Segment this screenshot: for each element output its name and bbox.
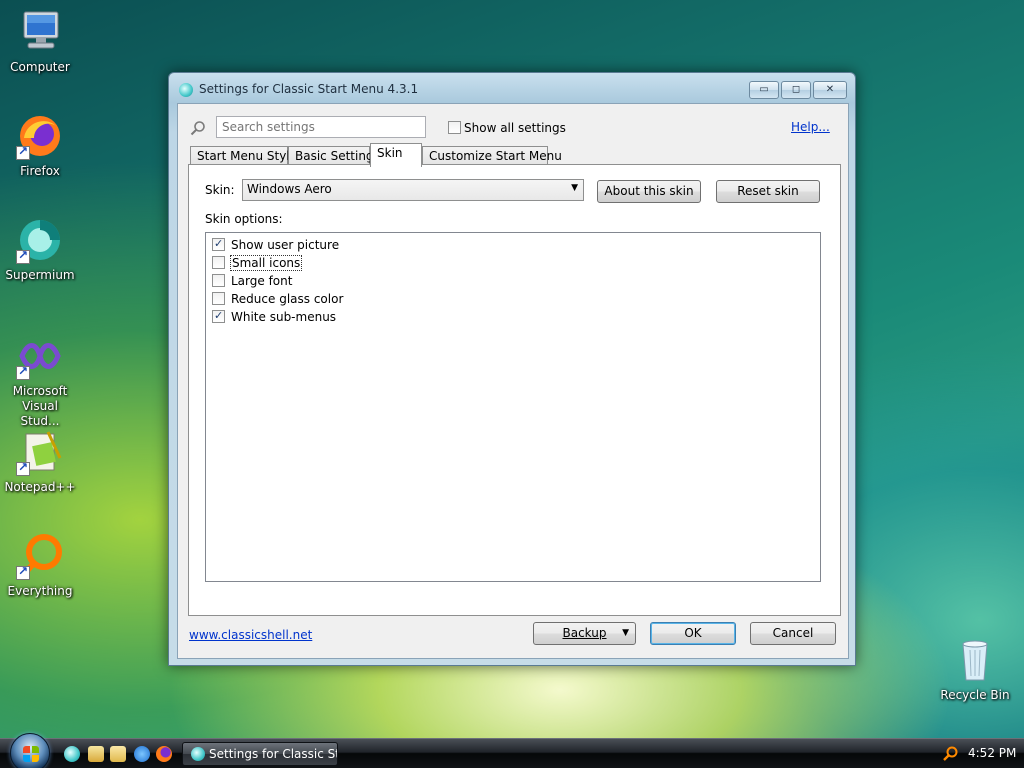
option-label: Large font bbox=[231, 273, 293, 288]
option-checkbox[interactable] bbox=[212, 236, 225, 252]
desktop-icon-label: Supermium bbox=[5, 268, 75, 282]
option-small-icons[interactable]: Small icons bbox=[212, 254, 303, 272]
close-button[interactable]: ✕ bbox=[813, 81, 847, 99]
start-button[interactable] bbox=[10, 733, 50, 768]
system-tray: 4:52 PM bbox=[934, 739, 1024, 768]
option-show-user-picture[interactable]: Show user picture bbox=[212, 236, 339, 254]
option-white-sub-menus[interactable]: White sub-menus bbox=[212, 308, 336, 326]
option-label: Small icons bbox=[229, 254, 303, 271]
minimize-button[interactable]: ▭ bbox=[749, 81, 779, 99]
desktop-icon-everything[interactable]: Everything bbox=[2, 532, 78, 599]
notepadpp-icon bbox=[16, 428, 64, 476]
desktop-icon-computer[interactable]: Computer bbox=[2, 8, 78, 75]
visual-studio-icon bbox=[16, 332, 64, 380]
shortcut-arrow-icon bbox=[16, 248, 30, 264]
taskbar-button-label: Settings for Classic St... bbox=[209, 747, 338, 761]
shortcut-arrow-icon bbox=[16, 460, 30, 476]
option-label: White sub-menus bbox=[231, 309, 337, 324]
skin-label: Skin: bbox=[205, 183, 235, 197]
window-title: Settings for Classic Start Menu 4.3.1 bbox=[199, 82, 419, 96]
tab-start-menu-style[interactable]: Start Menu Style bbox=[190, 146, 297, 166]
desktop-icon-visual-studio[interactable]: Microsoft Visual Stud... bbox=[2, 332, 78, 429]
tab-skin[interactable]: Skin bbox=[370, 143, 422, 167]
search-input[interactable] bbox=[216, 116, 426, 138]
quicklaunch-supermium-icon[interactable] bbox=[64, 746, 80, 762]
chevron-down-icon: ▼ bbox=[622, 628, 629, 638]
desktop-icon-firefox[interactable]: Firefox bbox=[2, 112, 78, 179]
option-label: Reduce glass color bbox=[231, 291, 344, 306]
show-all-label: Show all settings bbox=[464, 120, 566, 135]
supermium-icon bbox=[16, 216, 64, 264]
desktop-icon-label: Microsoft Visual Stud... bbox=[12, 384, 68, 428]
option-checkbox[interactable] bbox=[212, 292, 225, 305]
desktop-icon-label: Recycle Bin bbox=[940, 688, 1010, 702]
skin-options-label: Skin options: bbox=[205, 212, 283, 226]
help-link[interactable]: Help... bbox=[791, 120, 830, 134]
recycle-bin-icon bbox=[951, 636, 999, 684]
show-all-settings-checkbox[interactable]: Show all settings bbox=[448, 120, 566, 135]
option-checkbox[interactable] bbox=[212, 308, 225, 324]
quicklaunch-media-icon[interactable] bbox=[88, 746, 104, 762]
quicklaunch-ie-icon[interactable] bbox=[134, 746, 150, 762]
classic-shell-icon bbox=[179, 83, 193, 97]
shortcut-arrow-icon bbox=[16, 144, 30, 160]
classic-shell-icon bbox=[191, 747, 205, 761]
tab-basic-settings[interactable]: Basic Settings bbox=[288, 146, 380, 166]
computer-icon bbox=[16, 8, 64, 56]
desktop-icon-notepadpp[interactable]: Notepad++ bbox=[2, 428, 78, 495]
cancel-button[interactable]: Cancel bbox=[750, 622, 836, 645]
desktop-icon-recycle-bin[interactable]: Recycle Bin bbox=[937, 636, 1013, 703]
quicklaunch-firefox-icon[interactable] bbox=[156, 746, 172, 762]
everything-icon bbox=[16, 532, 64, 580]
shortcut-arrow-icon bbox=[16, 564, 30, 580]
about-skin-button[interactable]: About this skin bbox=[597, 180, 701, 203]
classicshell-website-link[interactable]: www.classicshell.net bbox=[189, 628, 312, 642]
maximize-button[interactable]: ◻ bbox=[781, 81, 811, 99]
firefox-icon bbox=[16, 112, 64, 160]
everything-tray-icon[interactable] bbox=[942, 746, 958, 762]
backup-label: Backup bbox=[562, 626, 607, 640]
skin-options-list: Show user picture Small icons Large font… bbox=[205, 232, 821, 582]
tab-customize-start-menu[interactable]: Customize Start Menu bbox=[422, 146, 562, 166]
backup-button[interactable]: Backup ▼ bbox=[533, 622, 636, 645]
ok-button[interactable]: OK bbox=[650, 622, 736, 645]
option-large-font[interactable]: Large font bbox=[212, 272, 292, 290]
search-icon bbox=[190, 120, 206, 136]
title-bar[interactable]: Settings for Classic Start Menu 4.3.1 ▭ … bbox=[169, 73, 855, 105]
taskbar: Settings for Classic St... 4:52 PM bbox=[0, 733, 1024, 768]
desktop-icon-label: Everything bbox=[7, 584, 73, 598]
desktop-icon-label: Notepad++ bbox=[4, 480, 76, 494]
option-reduce-glass-color[interactable]: Reduce glass color bbox=[212, 290, 343, 308]
shortcut-arrow-icon bbox=[16, 364, 30, 380]
option-label: Show user picture bbox=[231, 237, 340, 252]
skin-tab-panel: Skin: Windows Aero ▼ About this skin Res… bbox=[188, 164, 841, 616]
clock[interactable]: 4:52 PM bbox=[968, 746, 1016, 760]
taskbar-button-settings[interactable]: Settings for Classic St... bbox=[182, 742, 338, 766]
desktop-icon-label: Firefox bbox=[20, 164, 60, 178]
option-checkbox[interactable] bbox=[212, 256, 225, 269]
reset-skin-button[interactable]: Reset skin bbox=[716, 180, 820, 203]
show-all-checkbox-box[interactable] bbox=[448, 121, 461, 134]
desktop-icon-label: Computer bbox=[10, 60, 70, 74]
quicklaunch-folder-icon[interactable] bbox=[110, 746, 126, 762]
chevron-down-icon: ▼ bbox=[571, 183, 578, 193]
dialog-client-area: Show all settings Help... Start Menu Sty… bbox=[177, 103, 849, 659]
option-checkbox[interactable] bbox=[212, 274, 225, 287]
settings-window: Settings for Classic Start Menu 4.3.1 ▭ … bbox=[168, 72, 856, 666]
skin-dropdown[interactable]: Windows Aero ▼ bbox=[242, 179, 584, 201]
desktop-icon-supermium[interactable]: Supermium bbox=[2, 216, 78, 283]
skin-selected-value: Windows Aero bbox=[247, 182, 332, 196]
